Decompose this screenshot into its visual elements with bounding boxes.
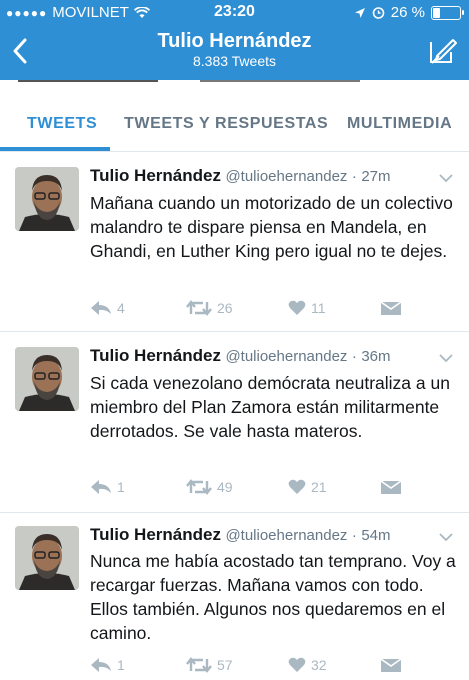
reply-count: 1 [117, 657, 125, 673]
message-button[interactable] [380, 479, 402, 495]
top-bar: ●●●●● MOVILNET 23:20 26 % Tulio Hernánde… [0, 0, 469, 80]
tweet-text: Mañana cuando un motorizado de un colect… [90, 193, 453, 261]
like-button[interactable]: 32 [288, 657, 327, 673]
heart-icon [288, 657, 306, 672]
profile-tabs: TWEETS TWEETS Y RESPUESTAS MULTIMEDIA [0, 94, 469, 152]
like-button[interactable]: 11 [288, 300, 326, 316]
heart-icon [288, 300, 306, 315]
chevron-down-icon[interactable] [439, 353, 453, 363]
retweet-count: 57 [217, 657, 233, 673]
retweet-icon [186, 300, 212, 316]
tweet-item[interactable]: Tulio Hernández @tulioehernandez · 36m S… [0, 333, 469, 513]
reply-button[interactable]: 4 [90, 300, 125, 316]
compose-icon[interactable] [427, 34, 459, 66]
reply-icon [91, 301, 111, 315]
like-count: 11 [311, 300, 326, 316]
tweet-separator: · [351, 168, 357, 185]
location-icon [354, 7, 365, 18]
tweet-item[interactable]: Tulio Hernández @tulioehernandez · 27m M… [0, 153, 469, 332]
tweet-time: 54m [361, 527, 391, 544]
envelope-icon [380, 480, 402, 494]
retweet-button[interactable]: 57 [186, 657, 233, 673]
reply-button[interactable]: 1 [90, 657, 125, 673]
tweet-author-name[interactable]: Tulio Hernández [90, 346, 221, 365]
envelope-icon [380, 301, 402, 315]
retweet-icon [186, 479, 212, 495]
message-button[interactable] [380, 657, 402, 673]
envelope-icon [380, 658, 402, 672]
tweet-handle: @tulioehernandez [225, 527, 348, 544]
tweet-time: 36m [361, 348, 391, 365]
reply-count: 4 [117, 300, 125, 316]
tweet-separator: · [351, 527, 357, 544]
tweet-handle: @tulioehernandez [225, 348, 348, 365]
header-strip [0, 80, 469, 94]
retweet-button[interactable]: 49 [186, 479, 233, 495]
tweet-time: 27m [361, 168, 391, 185]
tweet-author-name[interactable]: Tulio Hernández [90, 525, 221, 544]
chevron-down-icon[interactable] [439, 173, 453, 183]
retweet-count: 49 [217, 479, 233, 495]
chevron-down-icon[interactable] [439, 532, 453, 542]
avatar[interactable] [15, 526, 79, 590]
tweet-item[interactable]: Tulio Hernández @tulioehernandez · 54m N… [0, 514, 469, 680]
tweet-author-name[interactable]: Tulio Hernández [90, 166, 221, 185]
tab-tweets-y-respuestas[interactable]: TWEETS Y RESPUESTAS [124, 115, 328, 133]
retweet-icon [186, 657, 212, 673]
tweet-handle: @tulioehernandez [225, 168, 348, 185]
reply-count: 1 [117, 479, 125, 495]
avatar[interactable] [15, 347, 79, 411]
battery-icon [431, 5, 464, 20]
profile-title: Tulio Hernández [157, 30, 312, 52]
message-button[interactable] [380, 300, 402, 316]
alarm-icon [372, 7, 385, 19]
tweet-count: 8.383 Tweets [192, 53, 277, 69]
tweet-separator: · [351, 348, 357, 365]
active-tab-indicator [0, 147, 110, 151]
reply-icon [91, 480, 111, 494]
reply-icon [91, 658, 111, 672]
like-count: 21 [311, 479, 327, 495]
battery-percent: 26 % [390, 4, 425, 21]
reply-button[interactable]: 1 [90, 479, 125, 495]
tab-multimedia[interactable]: MULTIMEDIA [347, 115, 452, 133]
like-button[interactable]: 21 [288, 479, 327, 495]
tweet-text: Nunca me había acostado tan temprano. Vo… [90, 551, 456, 643]
tab-tweets[interactable]: TWEETS [27, 115, 97, 133]
avatar[interactable] [15, 167, 79, 231]
tweet-text: Si cada venezolano demócrata neutraliza … [90, 373, 450, 441]
heart-icon [288, 479, 306, 494]
status-bar: ●●●●● MOVILNET 23:20 26 % [0, 0, 469, 26]
retweet-count: 26 [217, 300, 233, 316]
like-count: 32 [311, 657, 327, 673]
retweet-button[interactable]: 26 [186, 300, 233, 316]
